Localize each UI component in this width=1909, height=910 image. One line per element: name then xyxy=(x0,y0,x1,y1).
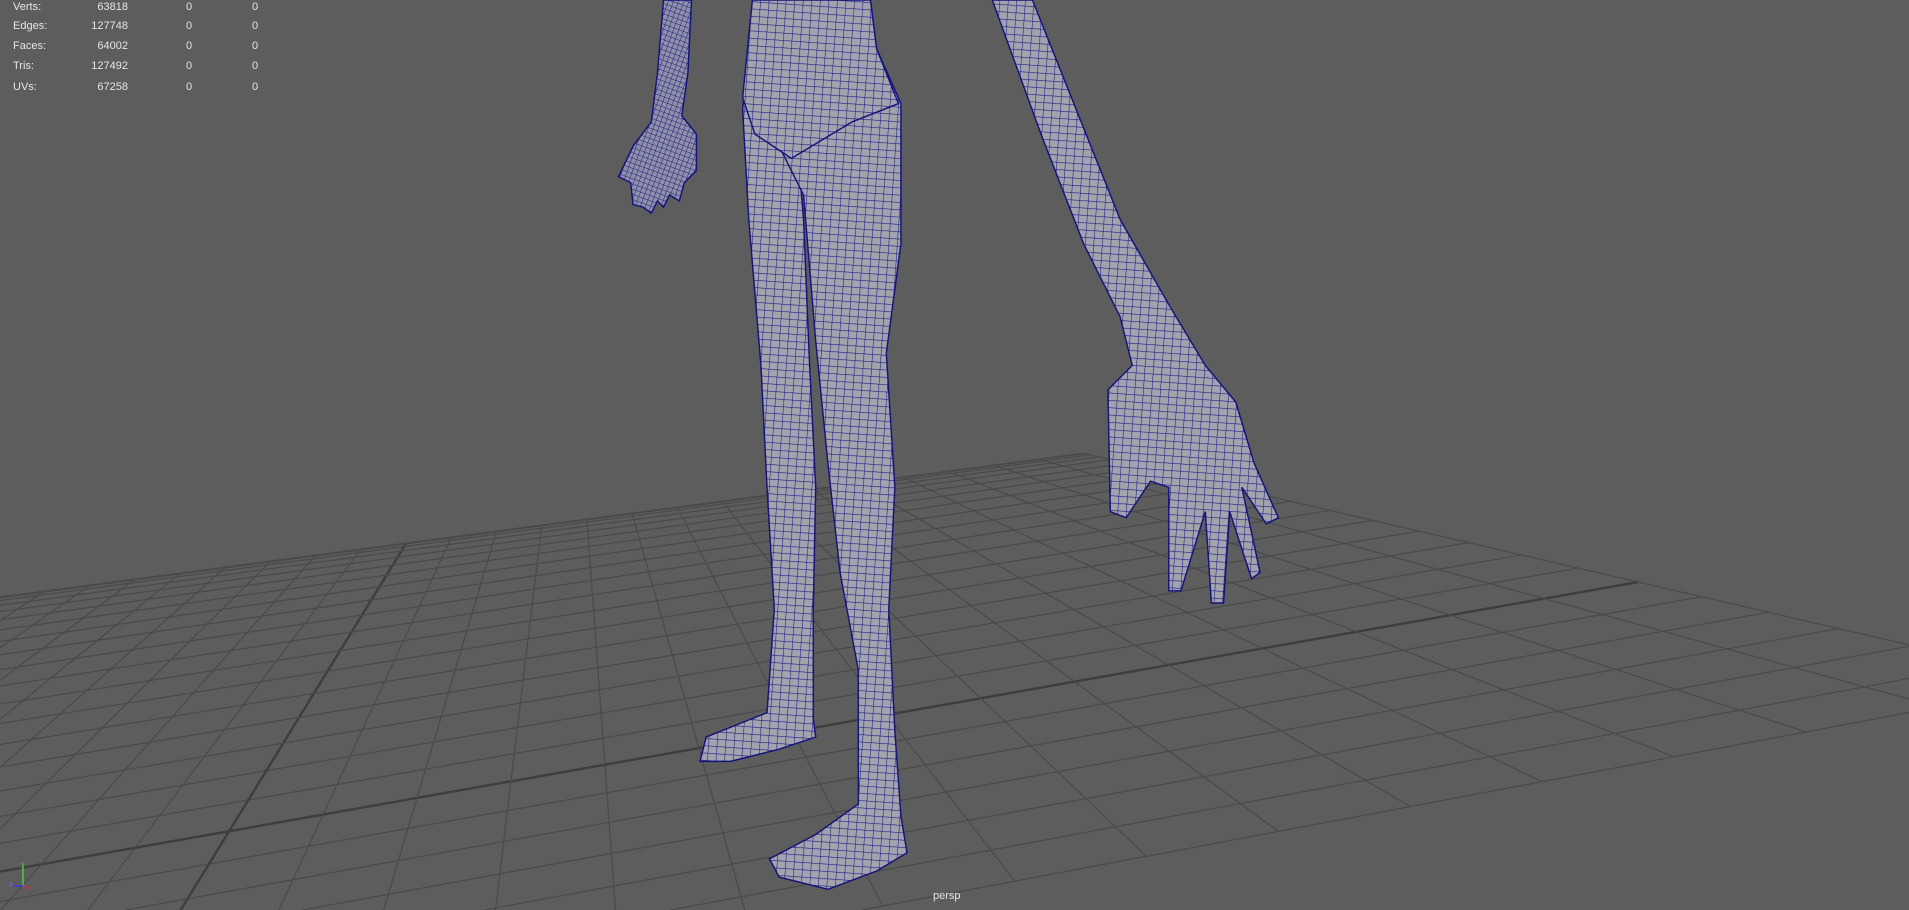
stat-value-selected: 0 xyxy=(186,81,193,93)
grid-line xyxy=(179,542,408,910)
stat-value-component: 0 xyxy=(252,60,259,72)
grid-line xyxy=(278,536,453,910)
grid-line xyxy=(125,611,1769,910)
floor-grid xyxy=(0,452,1909,910)
stat-row: Edges: 127748 0 0 xyxy=(0,20,270,34)
stat-value-total: 67258 xyxy=(97,81,128,93)
grid-line xyxy=(0,554,317,910)
axis-z-label: z xyxy=(9,881,13,888)
grid-line xyxy=(0,484,1223,671)
stat-value-total: 127748 xyxy=(91,20,128,32)
stat-value-component: 0 xyxy=(252,20,259,32)
stat-value-selected: 0 xyxy=(186,40,193,52)
right-arm xyxy=(617,0,698,215)
stat-row: Faces: 64002 0 0 xyxy=(0,40,270,54)
grid-line xyxy=(494,524,543,910)
stat-label: Edges: xyxy=(13,20,48,32)
axis-y-label: y xyxy=(21,861,25,868)
left-arm xyxy=(991,0,1280,604)
stat-label: Verts: xyxy=(13,1,42,13)
grid-line xyxy=(0,472,1168,643)
stat-row: Tris: 127492 0 0 xyxy=(0,60,270,74)
stat-label: Tris: xyxy=(13,60,34,72)
grid-line xyxy=(0,580,1639,873)
stat-row: Verts: 63818 0 0 xyxy=(0,1,270,15)
stat-label: Faces: xyxy=(13,40,47,52)
stat-value-total: 64002 xyxy=(97,40,128,52)
stat-row: UVs: 67258 0 0 xyxy=(0,81,270,95)
camera-name-label: persp xyxy=(933,890,961,902)
stat-value-component: 0 xyxy=(252,1,259,13)
stat-value-component: 0 xyxy=(252,40,259,52)
view-axis-gizmo: y z x xyxy=(9,861,30,892)
grid-line xyxy=(0,566,227,768)
axis-x-label: x xyxy=(26,885,30,892)
stat-value-selected: 0 xyxy=(186,60,193,72)
stat-value-selected: 0 xyxy=(186,20,193,32)
grid-line xyxy=(484,645,1909,910)
3d-viewport[interactable] xyxy=(0,0,1909,910)
grid-line xyxy=(0,458,1112,613)
grid-line xyxy=(0,530,1420,768)
stat-label: UVs: xyxy=(13,81,37,93)
grid-line xyxy=(0,456,1100,606)
grid-line xyxy=(0,454,1091,602)
grid-line xyxy=(0,554,1522,818)
stat-value-selected: 0 xyxy=(186,1,193,13)
grid-line xyxy=(631,512,746,910)
stat-value-component: 0 xyxy=(252,81,259,93)
stat-value-total: 127492 xyxy=(91,60,128,72)
stat-value-total: 63818 xyxy=(97,1,128,13)
character-mesh[interactable] xyxy=(617,0,1280,891)
